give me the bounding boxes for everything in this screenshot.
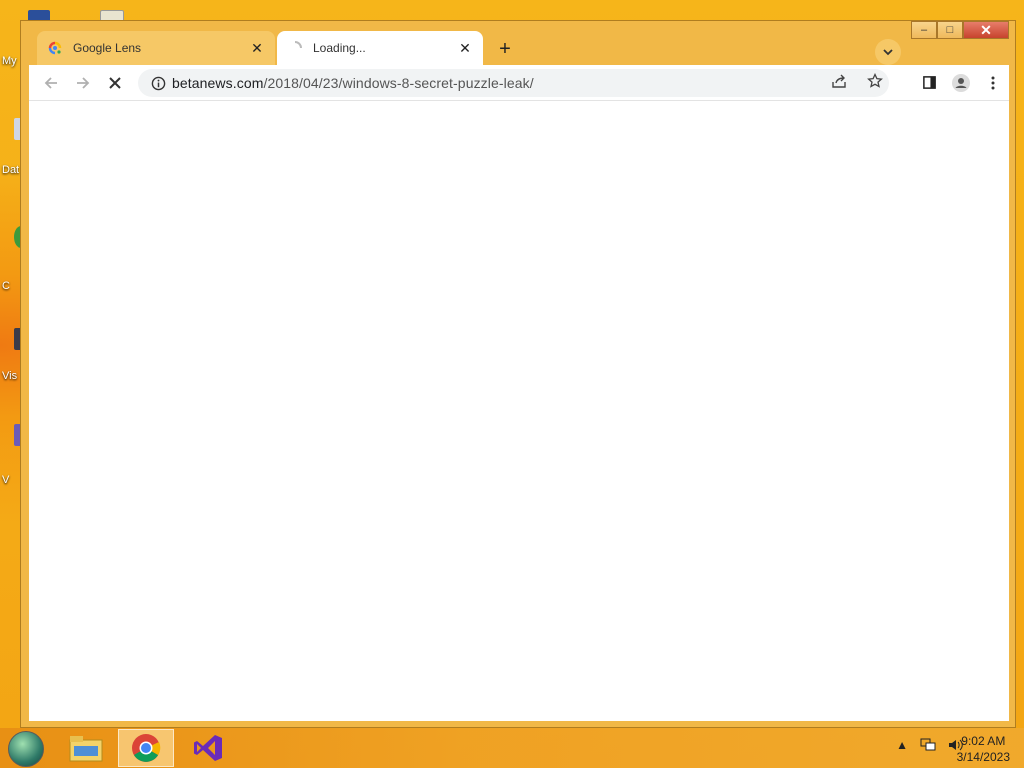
desktop-icon-label: V	[2, 474, 10, 486]
stop-button[interactable]	[99, 67, 131, 99]
side-panel-icon	[922, 76, 936, 89]
site-info-icon[interactable]	[144, 76, 172, 91]
arrow-left-icon	[44, 76, 57, 89]
desktop-icon-5[interactable]: V	[0, 424, 28, 486]
system-tray: ▲	[896, 738, 964, 752]
desktop-icon-label: Dat	[2, 164, 20, 176]
network-icon[interactable]	[920, 738, 936, 752]
desktop-icon-label: My	[2, 55, 17, 67]
taskbar: ▲ 9:02 AM 3/14/2023	[0, 728, 1024, 768]
chevron-down-icon	[883, 49, 893, 56]
desktop-icon-label: Vis	[2, 370, 18, 382]
side-panel-button[interactable]	[913, 67, 945, 99]
kebab-menu-icon	[991, 76, 995, 89]
google-lens-icon	[47, 40, 63, 56]
desktop-icon-2[interactable]: Dat	[0, 118, 28, 176]
folder-icon	[69, 736, 103, 762]
visual-studio-icon	[194, 735, 222, 761]
browser-toolbar: betanews.com/2018/04/23/windows-8-secret…	[29, 65, 1009, 101]
arrow-right-icon	[77, 76, 90, 89]
tab-loading[interactable]: Loading... ✕	[277, 31, 483, 65]
url-text: betanews.com/2018/04/23/windows-8-secret…	[172, 75, 534, 91]
toolbar-right	[913, 65, 1009, 100]
tab-title: Google Lens	[73, 41, 142, 55]
desktop-icon-3[interactable]: C	[0, 226, 28, 292]
address-bar[interactable]: betanews.com/2018/04/23/windows-8-secret…	[138, 69, 889, 97]
stop-x-icon	[109, 76, 121, 89]
tab-strip: Google Lens ✕ Loading... ✕ +	[21, 27, 1015, 65]
tab-search-button[interactable]	[875, 39, 901, 65]
profile-avatar-icon	[952, 73, 970, 92]
taskbar-chrome[interactable]	[118, 729, 174, 767]
clock-date: 3/14/2023	[956, 750, 1010, 764]
browser-window: – □ ✕ Google Lens ✕ Loading... ✕ + betan…	[20, 20, 1016, 728]
url-host: betanews.com	[172, 75, 264, 91]
desktop-icon-4[interactable]: Vis	[0, 328, 28, 382]
forward-button[interactable]	[67, 67, 99, 99]
clock-time: 9:02 AM	[961, 734, 1006, 748]
start-button[interactable]	[8, 731, 44, 767]
tab-google-lens[interactable]: Google Lens ✕	[37, 31, 275, 65]
share-icon[interactable]	[831, 73, 847, 94]
profile-button[interactable]	[945, 67, 977, 99]
close-tab-icon[interactable]: ✕	[249, 40, 265, 57]
show-hidden-icons-icon[interactable]: ▲	[896, 738, 908, 752]
taskbar-visual-studio[interactable]	[180, 729, 236, 767]
page-content-area[interactable]	[29, 101, 1009, 721]
chrome-icon	[132, 734, 161, 762]
desktop-icon-label: C	[2, 280, 10, 292]
url-path: /2018/04/23/windows-8-secret-puzzle-leak…	[263, 75, 534, 91]
taskbar-file-explorer[interactable]	[58, 729, 114, 767]
taskbar-clock[interactable]: 9:02 AM 3/14/2023	[957, 733, 1010, 765]
close-tab-icon[interactable]: ✕	[457, 40, 473, 57]
loading-spinner-icon	[287, 40, 303, 56]
back-button[interactable]	[35, 67, 67, 99]
menu-button[interactable]	[977, 67, 1009, 99]
bookmark-star-icon[interactable]	[867, 72, 883, 94]
new-tab-button[interactable]: +	[493, 37, 517, 61]
tab-title: Loading...	[313, 41, 366, 55]
